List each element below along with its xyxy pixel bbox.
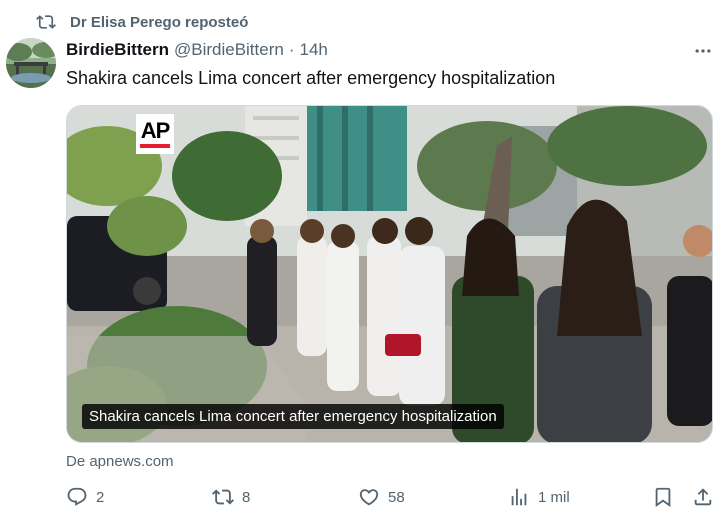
- share-icon: [694, 488, 712, 506]
- repost-count: 8: [242, 488, 251, 506]
- reply-icon: [67, 487, 87, 506]
- tweet-card[interactable]: Dr Elisa Perego reposteó BirdieBittern @…: [0, 0, 728, 518]
- repost-indicator[interactable]: Dr Elisa Perego reposteó: [36, 12, 248, 32]
- timestamp[interactable]: 14h: [300, 40, 328, 60]
- heart-icon: [359, 489, 379, 506]
- author-handle[interactable]: @BirdieBittern: [174, 40, 284, 60]
- ap-logo-text: AP: [140, 118, 171, 143]
- link-source[interactable]: De apnews.com: [66, 453, 174, 470]
- video-thumbnail: [67, 106, 712, 442]
- repost-button[interactable]: 8: [212, 486, 250, 508]
- like-count: 58: [388, 488, 405, 506]
- views-button[interactable]: 1 mil: [508, 486, 570, 508]
- repost-text: Dr Elisa Perego reposteó: [70, 13, 249, 31]
- tweet-text: Shakira cancels Lima concert after emerg…: [66, 68, 556, 88]
- share-button[interactable]: [692, 486, 714, 508]
- analytics-icon: [511, 488, 527, 506]
- avatar[interactable]: [6, 38, 56, 88]
- ap-logo: AP: [136, 114, 174, 154]
- views-count: 1 mil: [538, 488, 570, 506]
- author-name[interactable]: BirdieBittern: [66, 40, 169, 60]
- repost-icon: [36, 15, 56, 29]
- action-bar: 2 8 58 1 mil: [66, 486, 716, 508]
- more-options-button[interactable]: [692, 40, 714, 62]
- reply-button[interactable]: 2: [66, 486, 104, 508]
- bookmark-button[interactable]: [652, 486, 674, 508]
- like-button[interactable]: 58: [358, 486, 405, 508]
- more-icon: [695, 49, 711, 53]
- repost-action-icon: [212, 489, 234, 505]
- ap-logo-bar: [140, 144, 170, 148]
- tweet-header: BirdieBittern @BirdieBittern · 14h: [66, 40, 714, 60]
- separator-dot: ·: [288, 40, 295, 59]
- bookmark-icon: [655, 487, 671, 508]
- reply-count: 2: [96, 488, 105, 506]
- media-caption: Shakira cancels Lima concert after emerg…: [82, 404, 504, 429]
- media-card[interactable]: AP Shakira cancels Lima concert after em…: [66, 105, 713, 443]
